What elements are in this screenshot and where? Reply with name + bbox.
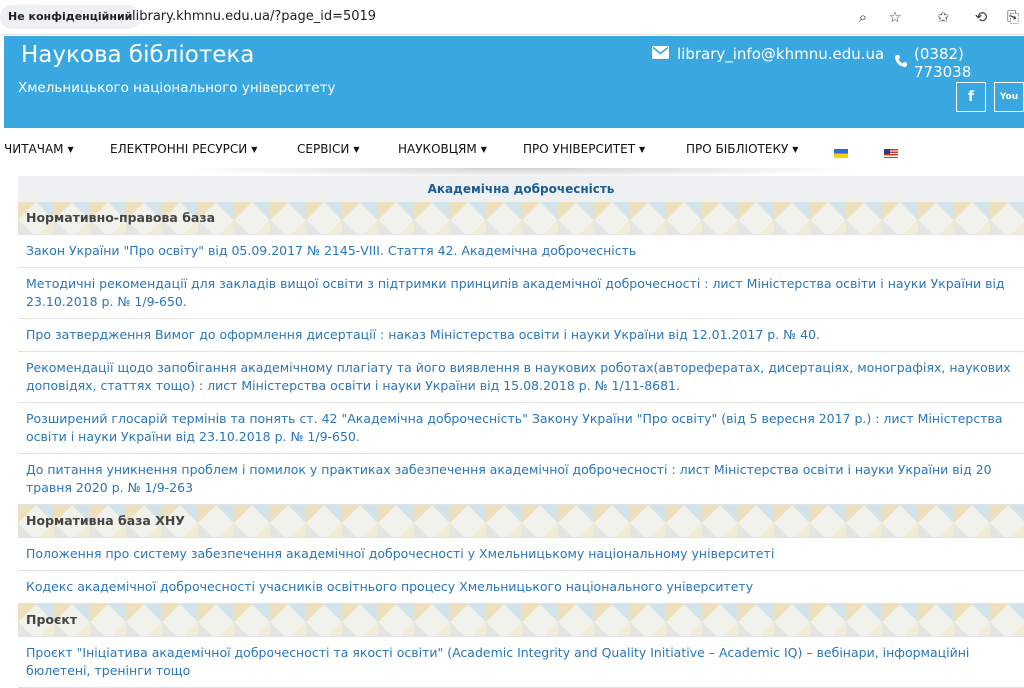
security-status-chip[interactable]: Не конфіденційний bbox=[0, 5, 141, 29]
youtube-icon[interactable]: You bbox=[994, 82, 1024, 112]
phone-icon bbox=[894, 54, 908, 72]
nav-item-services[interactable]: СЕРВІСИ ▼ bbox=[297, 142, 359, 156]
site-header: Наукова бібліотека Хмельницького націона… bbox=[4, 36, 1024, 128]
document-link[interactable]: Розширений глосарій термінів та понять с… bbox=[18, 403, 1024, 454]
envelope-icon bbox=[652, 45, 669, 63]
english-flag-icon[interactable] bbox=[884, 149, 898, 158]
document-link[interactable]: До питання уникнення проблем і помилок у… bbox=[18, 454, 1024, 505]
browser-address-bar: Не конфіденційний library.khmnu.edu.ua/?… bbox=[0, 0, 1024, 35]
zoom-icon[interactable]: ⌕ bbox=[852, 6, 874, 28]
contact-phone: (0382) 773038 bbox=[894, 45, 1024, 81]
table-title: Академічна доброчесність bbox=[18, 176, 1024, 202]
document-link[interactable]: Закон України "Про освіту" від 05.09.201… bbox=[18, 235, 1024, 268]
caret-down-icon: ▼ bbox=[639, 145, 646, 154]
facebook-icon[interactable]: f bbox=[956, 82, 986, 112]
caret-down-icon: ▼ bbox=[353, 145, 360, 154]
url-field[interactable]: library.khmnu.edu.ua/?page_id=5019 bbox=[132, 6, 376, 28]
nav-item-e-resources[interactable]: ЕЛЕКТРОННІ РЕСУРСИ ▼ bbox=[110, 142, 257, 156]
ukrainian-flag-icon[interactable] bbox=[834, 149, 848, 158]
translate-icon[interactable]: ⎘ bbox=[1002, 6, 1024, 28]
section-heading-university-base: Нормативна база ХНУ bbox=[18, 505, 1024, 538]
caret-down-icon: ▼ bbox=[251, 145, 258, 154]
favorites-icon[interactable]: ✩ bbox=[932, 6, 954, 28]
bookmark-star-icon[interactable]: ☆ bbox=[884, 6, 906, 28]
nav-item-about-library[interactable]: ПРО БІБЛІОТЕКУ ▼ bbox=[686, 142, 798, 156]
document-link[interactable]: Про затвердження Вимог до оформлення дис… bbox=[18, 319, 1024, 352]
nav-item-readers[interactable]: ЧИТАЧАМ ▼ bbox=[4, 142, 74, 156]
nav-item-researchers[interactable]: НАУКОВЦЯМ ▼ bbox=[398, 142, 487, 156]
document-link[interactable]: Рекомендації щодо запобігання академічно… bbox=[18, 352, 1024, 403]
contact-email[interactable]: library_info@khmnu.edu.ua bbox=[652, 45, 884, 63]
phone-text: (0382) 773038 bbox=[914, 45, 972, 81]
site-subtitle: Хмельницького національного університету bbox=[18, 80, 336, 96]
nav-item-about-university[interactable]: ПРО УНІВЕРСИТЕТ ▼ bbox=[523, 142, 645, 156]
section-heading-project: Проєкт bbox=[18, 604, 1024, 637]
document-link[interactable]: Положення про систему забезпечення акаде… bbox=[18, 538, 1024, 571]
caret-down-icon: ▼ bbox=[67, 145, 74, 154]
document-link[interactable]: Кодекс академічної доброчесності учасник… bbox=[18, 571, 1024, 604]
extension-icon[interactable]: ⟲ bbox=[970, 6, 992, 28]
site-title[interactable]: Наукова бібліотека bbox=[21, 42, 254, 68]
section-heading-legal-base: Нормативно-правова база bbox=[18, 202, 1024, 235]
document-link[interactable]: Методичні рекомендації для закладів вищо… bbox=[18, 268, 1024, 319]
main-navigation: ЧИТАЧАМ ▼ ЕЛЕКТРОННІ РЕСУРСИ ▼ СЕРВІСИ ▼ НА… bbox=[0, 138, 1024, 164]
email-text[interactable]: library_info@khmnu.edu.ua bbox=[677, 45, 884, 63]
caret-down-icon: ▼ bbox=[792, 145, 799, 154]
caret-down-icon: ▼ bbox=[480, 145, 487, 154]
document-link[interactable]: Проєкт "Ініціатива академічної доброчесн… bbox=[18, 637, 1024, 688]
integrity-table: Академічна доброчесність Нормативно-прав… bbox=[18, 176, 1024, 688]
